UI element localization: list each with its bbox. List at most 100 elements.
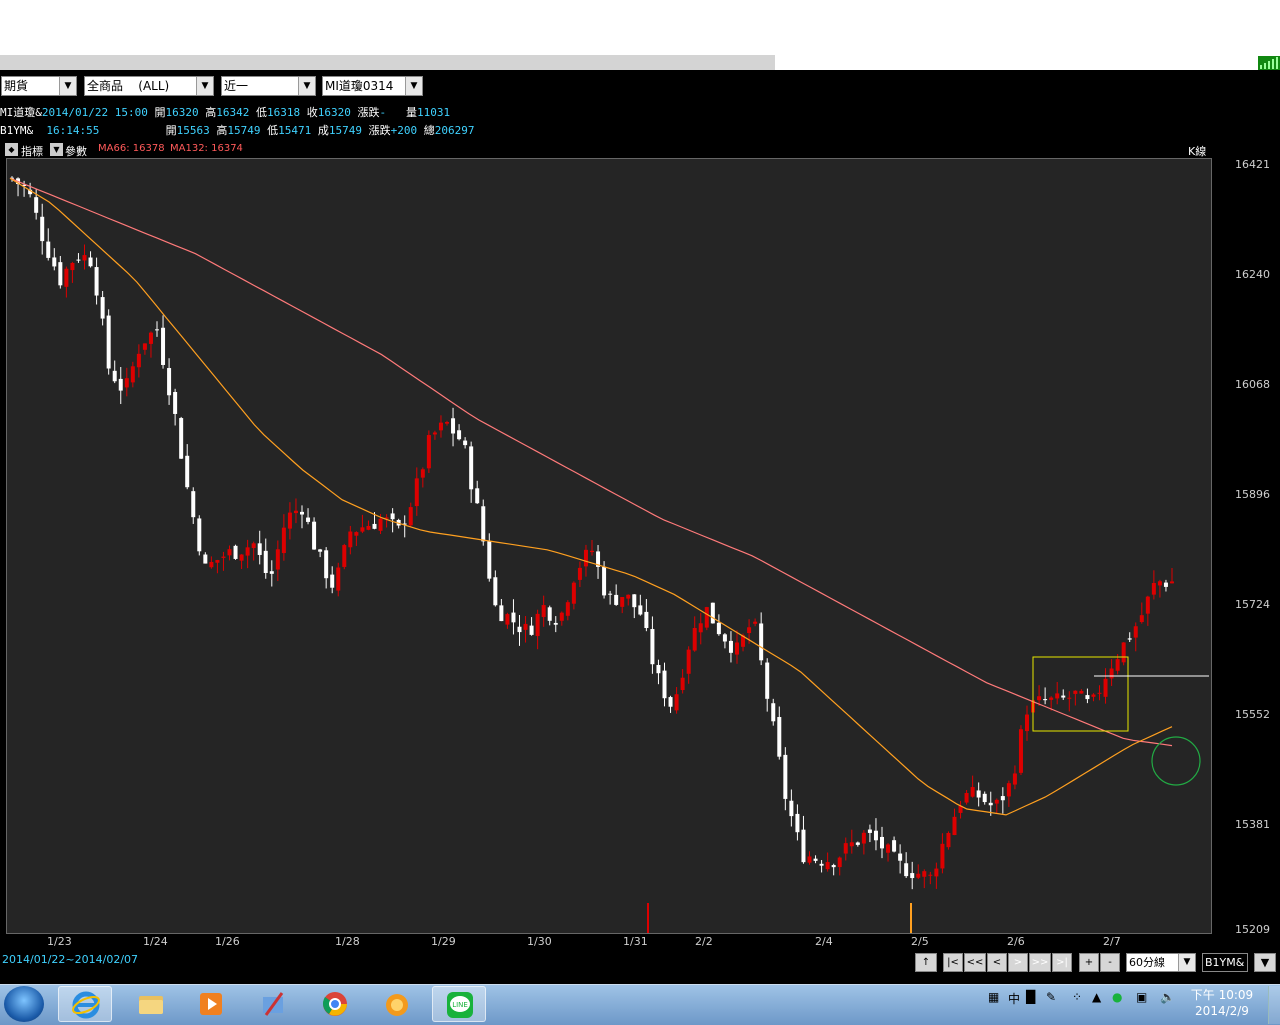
- next-button[interactable]: >: [1008, 953, 1028, 972]
- candle: [354, 531, 359, 546]
- last-button[interactable]: >|: [1052, 953, 1072, 972]
- candle: [257, 530, 262, 565]
- candle: [505, 612, 510, 629]
- volume-icon[interactable]: 🔈: [1160, 990, 1175, 1004]
- start-button[interactable]: [4, 986, 44, 1022]
- ime-mode[interactable]: 中: [1008, 990, 1020, 1007]
- x-tick-label: 1/29: [431, 935, 456, 948]
- candle: [1103, 668, 1108, 704]
- interval-select[interactable]: 60分線 ▼: [1126, 953, 1196, 972]
- candle: [76, 253, 81, 263]
- candle: [300, 505, 304, 529]
- media-player-icon: [200, 993, 222, 1015]
- network-icon[interactable]: ▣: [1136, 990, 1147, 1004]
- candle: [880, 826, 884, 859]
- candle: [312, 517, 317, 550]
- candle: [922, 869, 927, 889]
- ime-options-icon[interactable]: ⁘: [1072, 990, 1082, 1004]
- candle: [191, 487, 196, 524]
- x-tick-label: 2/2: [695, 935, 713, 948]
- candle: [1145, 595, 1150, 626]
- ie-icon: [72, 991, 100, 1019]
- candle: [402, 515, 407, 538]
- candle: [565, 600, 570, 621]
- candle: [1037, 685, 1042, 706]
- x-tick-label: 1/23: [47, 935, 72, 948]
- candle: [577, 561, 582, 588]
- candle: [1006, 780, 1011, 807]
- candle: [535, 609, 540, 650]
- candle: [1163, 579, 1168, 592]
- candle: [112, 360, 117, 384]
- tray-expand-icon[interactable]: ▲: [1092, 990, 1101, 1004]
- symbol-field[interactable]: B1YM&: [1202, 953, 1248, 972]
- taskbar-app-orange[interactable]: [370, 986, 424, 1022]
- next-page-button[interactable]: >>: [1029, 953, 1051, 972]
- candle: [64, 266, 69, 298]
- candle: [831, 863, 836, 876]
- candle: [1085, 688, 1090, 704]
- candle: [1133, 622, 1138, 652]
- candle: [88, 251, 93, 268]
- candle: [825, 852, 830, 872]
- scroll-up-button[interactable]: ↑: [915, 953, 937, 972]
- candle: [807, 851, 812, 865]
- candle: [173, 388, 178, 426]
- zoom-in-button[interactable]: +: [1079, 953, 1099, 972]
- clock[interactable]: 下午 10:09 2014/2/9: [1190, 987, 1254, 1019]
- candle: [728, 631, 733, 663]
- line-tray-icon[interactable]: ●: [1112, 990, 1122, 1004]
- chevron-down-icon[interactable]: ▼: [1254, 953, 1276, 972]
- candle: [886, 843, 891, 862]
- candle: [861, 830, 866, 855]
- candle: [324, 547, 329, 589]
- taskbar-line[interactable]: LINE: [432, 986, 486, 1022]
- candle: [1079, 689, 1084, 694]
- prev-page-button[interactable]: <<: [964, 953, 986, 972]
- candle: [759, 612, 764, 666]
- orange-app-icon: [386, 994, 408, 1016]
- candle: [426, 430, 431, 473]
- taskbar-media-player[interactable]: [184, 986, 238, 1022]
- candle: [1061, 689, 1066, 700]
- candle: [420, 467, 425, 488]
- candle: [819, 859, 824, 873]
- taskbar-ie[interactable]: [58, 986, 112, 1022]
- candle: [463, 437, 468, 449]
- x-tick-label: 1/31: [623, 935, 648, 948]
- candle: [414, 467, 419, 516]
- candle: [366, 520, 371, 531]
- candle: [438, 415, 443, 438]
- ma132-line: [9, 177, 1173, 747]
- interval-select-value: 60分線: [1129, 956, 1165, 969]
- y-tick-label: 15552: [1235, 708, 1270, 721]
- candle: [306, 508, 311, 525]
- candle: [318, 548, 323, 558]
- taskbar-chrome[interactable]: [308, 986, 362, 1022]
- candle: [620, 597, 625, 614]
- candle: [1025, 705, 1029, 741]
- ime-fullwidth-icon[interactable]: █: [1026, 990, 1035, 1004]
- taskbar-paint[interactable]: [246, 986, 300, 1022]
- x-tick-label: 2/7: [1103, 935, 1121, 948]
- candle: [710, 602, 715, 624]
- candle: [692, 616, 697, 652]
- ime-icon[interactable]: ▦: [988, 990, 999, 1004]
- candle: [1073, 690, 1078, 706]
- candle: [704, 606, 709, 631]
- taskbar-explorer[interactable]: [124, 986, 178, 1022]
- y-tick-label: 15724: [1235, 598, 1270, 611]
- candle: [130, 361, 135, 388]
- ime-settings-icon[interactable]: ✎: [1046, 990, 1056, 1004]
- zoom-out-button[interactable]: -: [1100, 953, 1120, 972]
- candle: [559, 611, 564, 626]
- first-button[interactable]: |<: [943, 953, 963, 972]
- chevron-down-icon: ▼: [1178, 954, 1195, 971]
- show-desktop-button[interactable]: [1268, 986, 1280, 1024]
- candle: [148, 331, 153, 358]
- candle: [934, 862, 939, 889]
- candle: [1157, 579, 1162, 598]
- candle: [716, 614, 721, 636]
- candle: [1139, 602, 1144, 624]
- prev-button[interactable]: <: [987, 953, 1007, 972]
